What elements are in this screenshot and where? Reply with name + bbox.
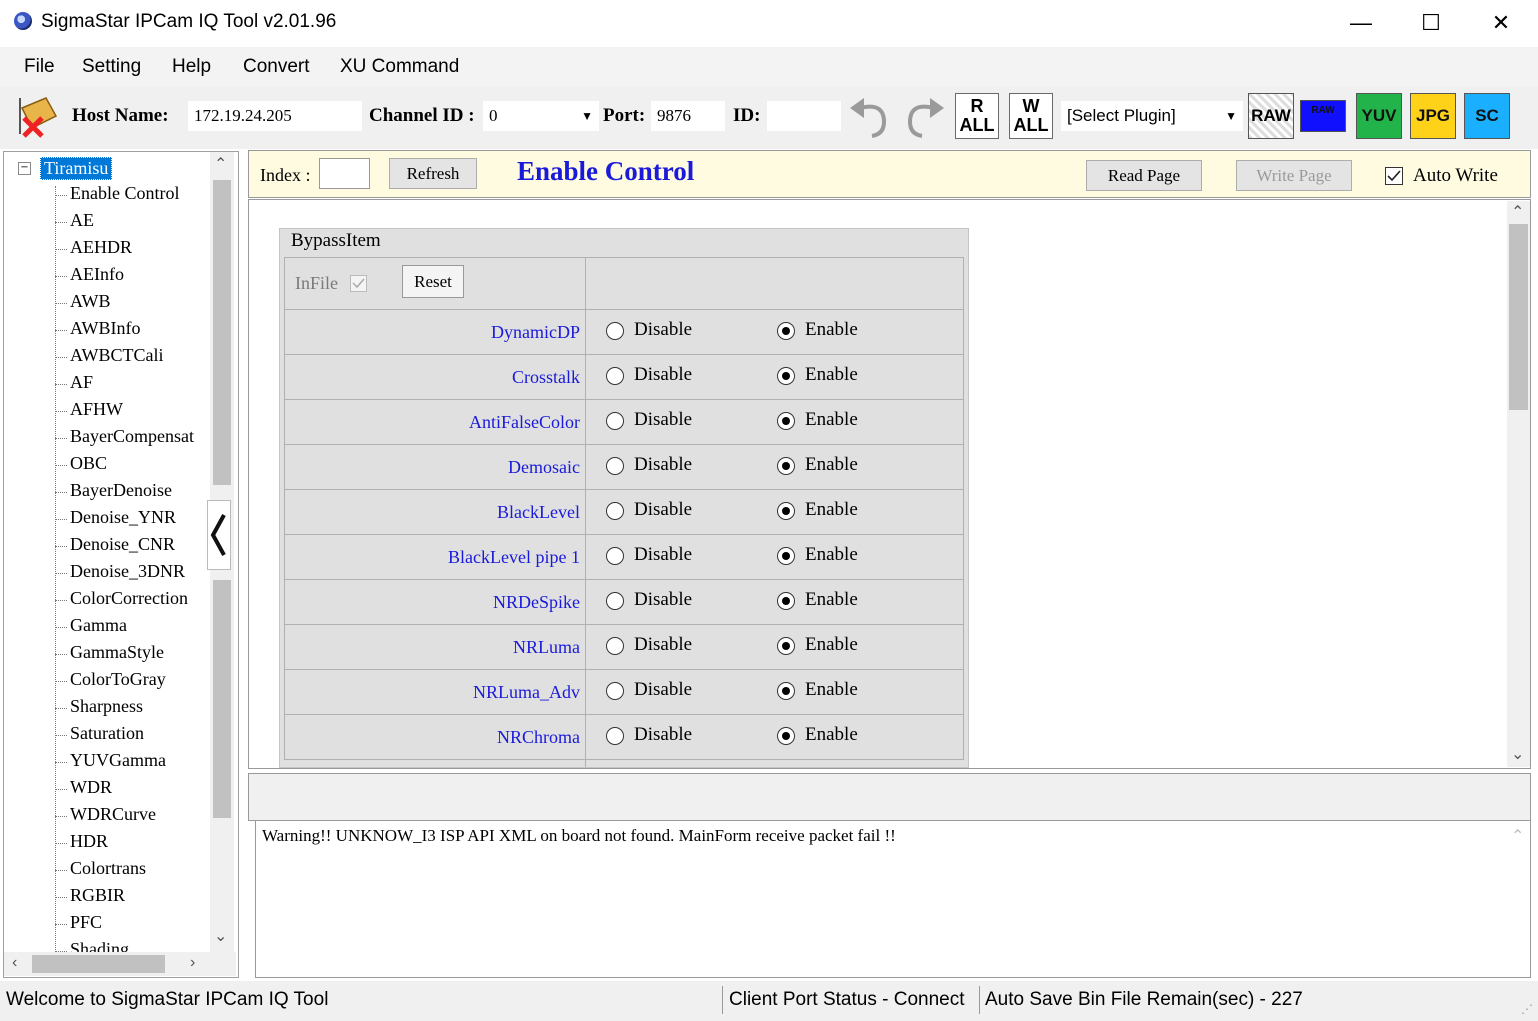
bypass-row-label: NRLuma_Adv bbox=[473, 682, 580, 702]
disable-radio[interactable] bbox=[606, 412, 624, 430]
tree-item[interactable]: WDRCurve bbox=[70, 804, 156, 825]
bypass-row-label: NRChroma bbox=[497, 727, 580, 747]
disable-radio[interactable] bbox=[606, 502, 624, 520]
bypass-row-label: Demosaic bbox=[508, 457, 580, 477]
enable-label: Enable bbox=[805, 499, 858, 520]
disable-label: Disable bbox=[634, 544, 693, 565]
disable-label: Disable bbox=[634, 724, 693, 745]
enable-radio[interactable] bbox=[777, 592, 795, 610]
disable-label: Disable bbox=[634, 454, 693, 475]
bypass-row-label: DynamicDP bbox=[491, 322, 580, 342]
status-divider bbox=[722, 986, 723, 1014]
bypass-row-label: NRLuma bbox=[513, 637, 580, 657]
scroll-left-icon[interactable]: ‹ bbox=[12, 954, 17, 972]
enable-label: Enable bbox=[805, 319, 858, 340]
enable-radio[interactable] bbox=[777, 457, 795, 475]
enable-label: Enable bbox=[805, 679, 858, 700]
resize-grip-icon[interactable]: ⋰ bbox=[1521, 1002, 1533, 1016]
tree-connector bbox=[55, 924, 67, 925]
enable-radio[interactable] bbox=[777, 637, 795, 655]
disable-radio[interactable] bbox=[606, 547, 624, 565]
status-welcome: Welcome to SigmaStar IPCam IQ Tool bbox=[6, 989, 329, 1010]
bypass-row-label: NRDeSpike bbox=[493, 592, 580, 612]
enable-label: Enable bbox=[805, 544, 858, 565]
enable-radio[interactable] bbox=[777, 502, 795, 520]
tree-item[interactable]: WDR bbox=[70, 777, 112, 798]
enable-radio[interactable] bbox=[777, 727, 795, 745]
enable-radio[interactable] bbox=[777, 367, 795, 385]
tree-connector bbox=[55, 816, 67, 817]
tree-item[interactable]: Colortrans bbox=[70, 858, 146, 879]
tree-hscroll-thumb[interactable] bbox=[32, 955, 165, 973]
disable-label: Disable bbox=[634, 589, 693, 610]
bypass-row-label: BlackLevel bbox=[497, 502, 580, 522]
tree-item[interactable]: RGBIR bbox=[70, 885, 125, 906]
disable-radio[interactable] bbox=[606, 637, 624, 655]
enable-radio[interactable] bbox=[777, 412, 795, 430]
disable-radio[interactable] bbox=[606, 457, 624, 475]
disable-label: Disable bbox=[634, 409, 693, 430]
enable-label: Enable bbox=[805, 454, 858, 475]
log-toolbar bbox=[248, 773, 1531, 821]
scroll-up-icon[interactable]: ⌃ bbox=[1511, 826, 1524, 846]
tree-connector bbox=[55, 870, 67, 871]
enable-label: Enable bbox=[805, 634, 858, 655]
bypass-row-label: AntiFalseColor bbox=[469, 412, 580, 432]
tree-connector bbox=[55, 843, 67, 844]
tree-item[interactable]: PFC bbox=[70, 912, 102, 933]
log-message: Warning!! UNKNOW_I3 ISP API XML on board… bbox=[262, 826, 896, 845]
tree-item[interactable]: Shading bbox=[70, 939, 129, 952]
enable-radio[interactable] bbox=[777, 547, 795, 565]
disable-radio[interactable] bbox=[606, 592, 624, 610]
bypass-rows: DynamicDP Disable Enable Crosstalk Disable En… bbox=[0, 0, 1538, 767]
enable-label: Enable bbox=[805, 589, 858, 610]
disable-label: Disable bbox=[634, 499, 693, 520]
tree-connector bbox=[55, 789, 67, 790]
bypass-row-label: BlackLevel pipe 1 bbox=[448, 547, 580, 567]
status-client-port: Client Port Status - Connect bbox=[729, 989, 965, 1010]
enable-label: Enable bbox=[805, 364, 858, 385]
status-divider bbox=[979, 986, 980, 1014]
tree-connector bbox=[55, 897, 67, 898]
disable-label: Disable bbox=[634, 634, 693, 655]
disable-label: Disable bbox=[634, 364, 693, 385]
tree-item[interactable]: HDR bbox=[70, 831, 108, 852]
disable-label: Disable bbox=[634, 679, 693, 700]
disable-label: Disable bbox=[634, 319, 693, 340]
enable-label: Enable bbox=[805, 724, 858, 745]
scroll-down-icon[interactable]: ⌄ bbox=[214, 926, 227, 946]
enable-label: Enable bbox=[805, 409, 858, 430]
disable-radio[interactable] bbox=[606, 322, 624, 340]
bypass-row-label: Crosstalk bbox=[511, 367, 580, 387]
disable-radio[interactable] bbox=[606, 727, 624, 745]
enable-radio[interactable] bbox=[777, 682, 795, 700]
scroll-right-icon[interactable]: › bbox=[190, 954, 195, 972]
disable-radio[interactable] bbox=[606, 682, 624, 700]
enable-radio[interactable] bbox=[777, 322, 795, 340]
status-auto-save: Auto Save Bin File Remain(sec) - 227 bbox=[985, 989, 1303, 1010]
disable-radio[interactable] bbox=[606, 367, 624, 385]
